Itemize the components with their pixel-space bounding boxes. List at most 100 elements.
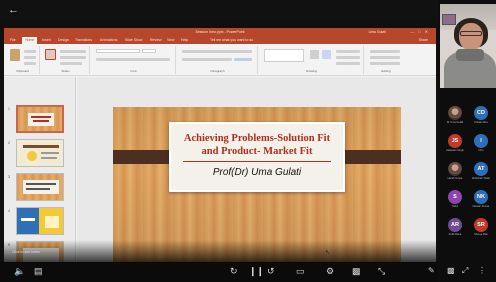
participant-tile[interactable]: AT Abhishek Tiwari <box>470 162 492 180</box>
avatar: CD <box>474 106 488 120</box>
participant-name: Abhishek Tiwari <box>471 177 491 180</box>
avatar: SR <box>474 218 488 232</box>
participant-tile[interactable]: Harsh Gupta <box>444 162 466 180</box>
avatar <box>448 106 462 120</box>
participant-name: Dr Uma Gulati <box>446 121 464 124</box>
participant-name: Ankit Rana <box>448 233 462 236</box>
slide-author[interactable]: Prof(Dr) Uma Gulati <box>171 167 343 178</box>
avatar: JS <box>448 134 462 148</box>
participant-name: Sahil <box>452 205 458 208</box>
glasses-icon <box>460 31 482 36</box>
tab-transitions[interactable]: Transitions <box>75 37 92 43</box>
slide-thumbnail-3[interactable] <box>16 173 64 201</box>
decorative-band-left <box>113 150 169 164</box>
participant-tile[interactable]: NK Naman Kumar <box>470 190 492 208</box>
slide-number: 4 <box>8 209 10 213</box>
participant-name: Shreya Rao <box>474 233 488 236</box>
tab-animations[interactable]: Animations <box>100 37 117 43</box>
present-icon[interactable]: ▭ <box>296 266 305 276</box>
avatar: AT <box>474 162 488 176</box>
participant-tile[interactable]: CD Chetan Dev <box>470 106 492 124</box>
next-icon[interactable]: ↺ <box>267 266 275 276</box>
participant-tile[interactable]: AR Ankit Rana <box>444 218 466 236</box>
group-label-drawing: Drawing <box>305 69 317 73</box>
cast-icon[interactable]: ▩ <box>352 266 361 276</box>
tab-file[interactable]: File <box>10 37 16 43</box>
presenter-face <box>459 23 483 51</box>
participant-tile[interactable]: JS Jaskaran Singh <box>444 134 466 152</box>
current-slide[interactable]: Achieving Problems-Solution Fit and Prod… <box>113 107 401 262</box>
controls-fade-overlay <box>4 240 436 262</box>
captions-icon[interactable]: ▤ <box>34 266 43 276</box>
back-arrow-icon[interactable]: ← <box>8 4 19 16</box>
wall-picture <box>442 14 456 25</box>
slide-thumbnail-2[interactable] <box>16 139 64 167</box>
tab-help[interactable]: Help <box>181 37 188 43</box>
title-card: Achieving Problems-Solution Fit and Prod… <box>169 122 345 192</box>
ribbon-group-clipboard: Clipboard <box>6 46 40 74</box>
avatar: NK <box>474 190 488 204</box>
speaker-icon[interactable]: 🔈 <box>14 266 25 276</box>
participant-tile[interactable]: I Ishu <box>470 134 492 152</box>
participant-name: Naman Kumar <box>472 205 490 208</box>
ribbon-group-editing: Editing <box>366 46 406 74</box>
font-name-box[interactable] <box>96 49 140 53</box>
expand-icon[interactable]: ⤢ <box>462 266 468 276</box>
participant-tile[interactable]: SR Shreya Rao <box>470 218 492 236</box>
participant-name: Jaskaran Singh <box>446 149 464 152</box>
fullscreen-icon[interactable]: ⤡ <box>378 266 385 276</box>
avatar <box>448 162 462 176</box>
player-controls-bar: 🔈 ▤ ↻ ❙❙ ↺ ▭ ⚙ ▩ ⤡ <box>0 262 438 282</box>
group-label-slides: Slides <box>61 69 70 73</box>
meeting-window: ← Session Intro.pptx - PowerPoint Uma Gu… <box>0 0 496 282</box>
avatar: AR <box>448 218 462 232</box>
screenshot-icon[interactable]: ▩ <box>447 266 455 275</box>
tab-view[interactable]: View <box>167 37 175 43</box>
slide-number: 1 <box>8 107 10 111</box>
ppt-ribbon: Clipboard Slides Font Paragraph Drawing … <box>4 44 436 76</box>
participant-tile[interactable]: S Sahil <box>444 190 466 208</box>
slide-editing-canvas: Achieving Problems-Solution Fit and Prod… <box>77 77 436 262</box>
slide-thumbnail-1[interactable] <box>16 105 64 133</box>
tab-home[interactable]: Home <box>22 37 38 44</box>
share-button[interactable]: Share <box>419 37 428 43</box>
tab-design[interactable]: Design <box>58 37 69 43</box>
more-icon[interactable]: ⋮ <box>478 266 486 275</box>
pen-icon[interactable]: ✎ <box>428 266 435 275</box>
group-label-clipboard: Clipboard <box>16 69 29 73</box>
group-label-editing: Editing <box>381 69 391 73</box>
slide-title[interactable]: Achieving Problems-Solution Fit and Prod… <box>175 132 339 158</box>
shared-screen-powerpoint: Session Intro.pptx - PowerPoint Uma Gula… <box>4 28 436 262</box>
window-controls-icon[interactable]: —□✕ <box>410 28 432 36</box>
slide-thumbnail-pane: 1 2 3 4 <box>4 77 76 262</box>
group-label-font: Font <box>130 69 137 73</box>
slide-number: 2 <box>8 141 10 145</box>
ppt-user-name: Uma Gulati <box>368 30 386 34</box>
group-label-paragraph: Paragraph <box>210 69 225 73</box>
tab-insert[interactable]: Insert <box>42 37 51 43</box>
pause-icon[interactable]: ❙❙ <box>249 266 264 276</box>
quick-styles-icon[interactable] <box>322 50 331 59</box>
slide-thumbnail-4[interactable] <box>16 207 64 235</box>
new-slide-icon[interactable] <box>45 49 56 60</box>
top-bar: ← <box>0 0 496 22</box>
participant-tile[interactable]: Dr Uma Gulati <box>444 106 466 124</box>
presenter-video[interactable] <box>440 4 496 88</box>
previous-icon[interactable]: ↻ <box>230 266 238 276</box>
tab-review[interactable]: Review <box>150 37 161 43</box>
ppt-ribbon-tabs: File Home Insert Design Transitions Anim… <box>4 36 436 44</box>
tell-me-search[interactable]: Tell me what you want to do <box>210 37 253 43</box>
paste-icon[interactable] <box>10 49 20 61</box>
ribbon-group-font: Font <box>92 46 176 74</box>
settings-icon[interactable]: ⚙ <box>326 266 334 276</box>
font-size-box[interactable] <box>142 49 156 53</box>
avatar: I <box>474 134 488 148</box>
notes-status: Click to add notes <box>12 250 40 254</box>
tab-slide-show[interactable]: Slide Show <box>125 37 143 43</box>
participant-name: Harsh Gupta <box>447 177 463 180</box>
shapes-gallery[interactable] <box>264 49 304 62</box>
ribbon-group-slides: Slides <box>42 46 90 74</box>
arrange-icon[interactable] <box>310 50 319 59</box>
participant-name: Ishu <box>478 149 484 152</box>
avatar: S <box>448 190 462 204</box>
